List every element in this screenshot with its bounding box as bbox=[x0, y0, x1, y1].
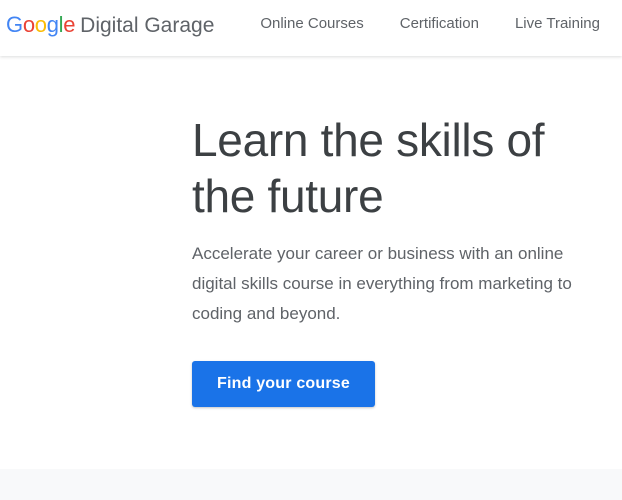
brand-name: Digital Garage bbox=[80, 14, 215, 37]
logo-letter: G bbox=[6, 12, 23, 37]
brand-logo[interactable]: Google Digital Garage bbox=[6, 11, 214, 39]
logo-letter: o bbox=[22, 12, 35, 37]
site-header: Google Digital Garage Online Courses Cer… bbox=[0, 0, 622, 56]
hero-title: Learn the skills of the future bbox=[192, 114, 545, 222]
main-nav: Online Courses Certification Live Traini… bbox=[260, 0, 600, 46]
nav-live-training[interactable]: Live Training bbox=[515, 15, 600, 32]
nav-certification[interactable]: Certification bbox=[400, 15, 479, 32]
nav-online-courses[interactable]: Online Courses bbox=[260, 15, 363, 32]
hero-description: Accelerate your career or business with … bbox=[192, 244, 572, 323]
logo-letter: g bbox=[46, 12, 59, 37]
section-divider-band bbox=[0, 469, 622, 500]
logo-letter: e bbox=[63, 12, 76, 37]
logo-letter: o bbox=[34, 12, 47, 37]
google-logo: Google bbox=[6, 11, 75, 39]
find-your-course-button[interactable]: Find your course bbox=[192, 361, 375, 407]
